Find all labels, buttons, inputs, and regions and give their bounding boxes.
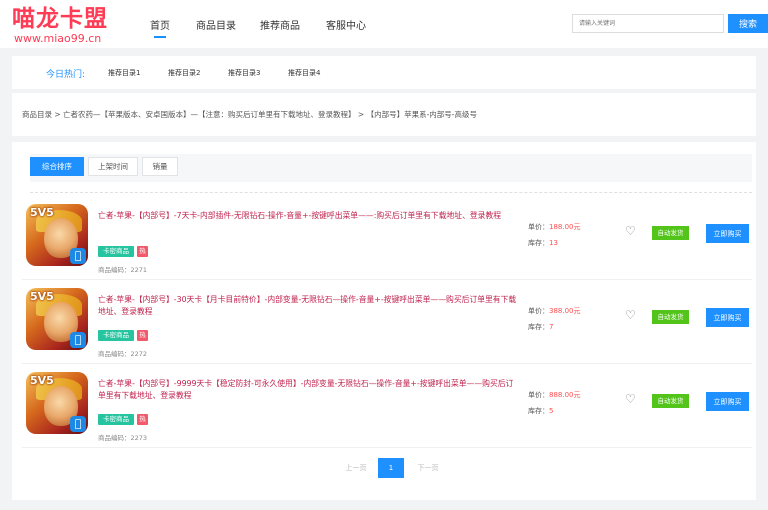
- price-value: 388.00: [549, 307, 574, 315]
- hot-tag-3[interactable]: 推荐目录3: [228, 68, 260, 78]
- price-label: 单价：: [528, 391, 549, 399]
- stock-value: 5: [549, 407, 554, 415]
- product-title[interactable]: 亡者-苹果-【内部号】-7天卡-内部插件-无限钻石-操作-音量+-按键呼出菜单—…: [98, 210, 518, 222]
- product-title[interactable]: 亡者-苹果-【内部号】-30天卡【月卡目前特价】-内部变量-无限钻石—操作-音量…: [98, 294, 518, 318]
- product-thumbnail[interactable]: 5V5 : [26, 372, 88, 434]
- stock-label: 库存：: [528, 407, 549, 415]
- prev-page-button[interactable]: 上一页: [336, 458, 376, 478]
- hot-badge: 热: [137, 246, 148, 257]
- nav-home[interactable]: 首页: [150, 17, 170, 32]
- stock-value: 13: [549, 239, 558, 247]
- site-logo[interactable]: 喵龙卡盟 www.miao99.cn: [12, 6, 132, 46]
- search-input[interactable]: [572, 14, 724, 33]
- product-thumbnail[interactable]: 5V5 : [26, 288, 88, 350]
- apple-icon: : [70, 416, 86, 432]
- favorite-heart-icon[interactable]: ♡: [625, 224, 636, 238]
- hot-tag-2[interactable]: 推荐目录2: [168, 68, 200, 78]
- sort-tab-default[interactable]: 综合排序: [30, 157, 84, 176]
- top-header: 喵龙卡盟 www.miao99.cn 首页 商品目录 推荐商品 客服中心 搜索: [0, 0, 768, 48]
- category-tag: 卡密商品: [98, 246, 134, 257]
- list-divider: [30, 192, 752, 193]
- nav-active-indicator: [154, 36, 166, 38]
- hot-bar: 今日热门: 推荐目录1 推荐目录2 推荐目录3 推荐目录4: [12, 56, 756, 89]
- logo-url: www.miao99.cn: [14, 32, 102, 45]
- price-label: 单价：: [528, 223, 549, 231]
- search-button[interactable]: 搜索: [728, 14, 768, 33]
- auto-delivery-badge: 自动发货: [652, 394, 689, 408]
- hot-label: 今日热门:: [46, 70, 86, 80]
- buy-now-button[interactable]: 立即购买: [706, 308, 749, 327]
- price-value: 888.00: [549, 391, 574, 399]
- breadcrumb: 商品目录 > 亡者农药—【苹果版本、安卓国版本】—【注意：购买后订单里有下载地址…: [12, 93, 756, 136]
- sort-tab-sales[interactable]: 销量: [142, 157, 178, 176]
- product-code-value: 2271: [130, 266, 148, 274]
- hot-tag-1[interactable]: 推荐目录1: [108, 68, 140, 78]
- hot-badge: 热: [137, 330, 148, 341]
- next-page-button[interactable]: 下一页: [406, 458, 450, 478]
- price-unit: 元: [573, 307, 581, 315]
- product-thumbnail[interactable]: 5V5 : [26, 204, 88, 266]
- product-price: 单价：888.00元: [528, 390, 581, 400]
- product-stock: 库存：7: [528, 322, 553, 332]
- stock-label: 库存：: [528, 323, 549, 331]
- price-label: 单价：: [528, 307, 549, 315]
- product-row: 5V5  亡者-苹果-【内部号】-9999天卡【稳定防封-可永久使用】-内部变…: [22, 368, 752, 448]
- price-unit: 元: [573, 223, 581, 231]
- product-stock: 库存：5: [528, 406, 553, 416]
- buy-now-button[interactable]: 立即购买: [706, 224, 749, 243]
- hot-tag-4[interactable]: 推荐目录4: [288, 68, 320, 78]
- breadcrumb-text[interactable]: 商品目录 > 亡者农药—【苹果版本、安卓国版本】—【注意：购买后订单里有下载地址…: [22, 109, 477, 120]
- auto-delivery-badge: 自动发货: [652, 226, 689, 240]
- favorite-heart-icon[interactable]: ♡: [625, 392, 636, 406]
- product-price: 单价：388.00元: [528, 306, 581, 316]
- logo-title: 喵龙卡盟: [12, 5, 108, 32]
- auto-delivery-badge: 自动发货: [652, 310, 689, 324]
- game-badge: 5V5: [30, 374, 54, 387]
- product-title[interactable]: 亡者-苹果-【内部号】-9999天卡【稳定防封-可永久使用】-内部变量-无限钻石…: [98, 378, 518, 402]
- product-code-label: 商品编码：: [98, 266, 131, 274]
- product-panel: 综合排序 上架时间 销量 5V5  亡者-苹果-【内部号】-7天卡-内部插件-…: [12, 142, 756, 500]
- nav-recommended[interactable]: 推荐商品: [260, 17, 300, 32]
- product-price: 单价：188.00元: [528, 222, 581, 232]
- product-code-label: 商品编码：: [98, 350, 131, 358]
- nav-support[interactable]: 客服中心: [326, 17, 366, 32]
- category-tag: 卡密商品: [98, 330, 134, 341]
- game-badge: 5V5: [30, 290, 54, 303]
- product-row: 5V5  亡者-苹果-【内部号】-30天卡【月卡目前特价】-内部变量-无限钻石…: [22, 284, 752, 364]
- price-value: 188.00: [549, 223, 574, 231]
- product-code-value: 2273: [130, 434, 148, 442]
- product-code: 商品编码：2273: [98, 432, 147, 442]
- apple-icon: : [70, 332, 86, 348]
- stock-label: 库存：: [528, 239, 549, 247]
- row-separator: [22, 447, 752, 448]
- hot-badge: 热: [137, 414, 148, 425]
- product-code-label: 商品编码：: [98, 434, 131, 442]
- product-code-value: 2272: [130, 350, 148, 358]
- pagination: 上一页 1 下一页: [336, 458, 454, 478]
- stock-value: 7: [549, 323, 554, 331]
- row-separator: [22, 279, 752, 280]
- category-tag: 卡密商品: [98, 414, 134, 425]
- product-code: 商品编码：2272: [98, 348, 147, 358]
- sort-tab-time[interactable]: 上架时间: [88, 157, 138, 176]
- game-badge: 5V5: [30, 206, 54, 219]
- page-1-button[interactable]: 1: [378, 458, 404, 478]
- sort-bar: 综合排序 上架时间 销量: [30, 154, 752, 182]
- product-stock: 库存：13: [528, 238, 558, 248]
- nav-catalog[interactable]: 商品目录: [196, 17, 236, 32]
- apple-icon: : [70, 248, 86, 264]
- product-code: 商品编码：2271: [98, 264, 147, 274]
- product-row: 5V5  亡者-苹果-【内部号】-7天卡-内部插件-无限钻石-操作-音量+-按…: [22, 200, 752, 280]
- row-separator: [22, 363, 752, 364]
- buy-now-button[interactable]: 立即购买: [706, 392, 749, 411]
- price-unit: 元: [573, 391, 581, 399]
- favorite-heart-icon[interactable]: ♡: [625, 308, 636, 322]
